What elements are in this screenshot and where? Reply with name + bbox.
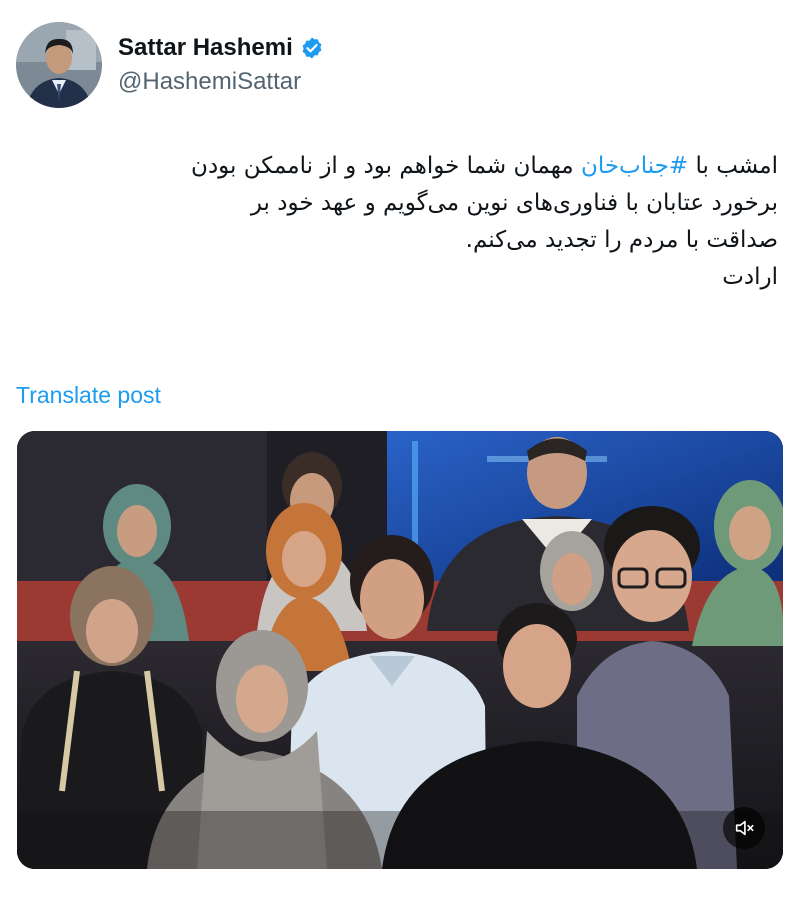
author-info: Sattar Hashemi @HashemiSattar xyxy=(118,33,324,97)
speaker-muted-icon xyxy=(733,817,755,839)
mute-button[interactable] xyxy=(723,807,765,849)
video-player[interactable] xyxy=(17,431,783,869)
tweet-line-4: ارادت xyxy=(722,264,778,290)
tweet-line-1-suffix: مهمان شما خواهم بود و از ناممکن بودن xyxy=(191,153,581,179)
verified-badge-icon xyxy=(300,36,324,60)
avatar-image xyxy=(16,22,102,108)
hashtag-link[interactable]: #جناب‌خان xyxy=(581,153,688,179)
author-display-name[interactable]: Sattar Hashemi xyxy=(118,33,293,63)
video-frame xyxy=(17,431,783,869)
tweet-line-1: امشب با #جناب‌خان مهمان شما خواهم بود و … xyxy=(8,148,778,185)
tweet-text: امشب با #جناب‌خان مهمان شما خواهم بود و … xyxy=(8,148,778,296)
author-handle[interactable]: @HashemiSattar xyxy=(118,67,324,97)
tweet-line-3: صداقت با مردم را تجدید می‌کنم. xyxy=(465,227,778,253)
tweet-line-1-prefix: امشب با xyxy=(688,153,778,179)
tweet-line-2: برخورد عتابان با فناوری‌های نوین می‌گویم… xyxy=(250,190,778,216)
avatar[interactable] xyxy=(16,22,102,108)
translate-post-link[interactable]: Translate post xyxy=(16,379,161,411)
tweet-header: Sattar Hashemi @HashemiSattar xyxy=(16,22,324,108)
name-row: Sattar Hashemi xyxy=(118,33,324,63)
